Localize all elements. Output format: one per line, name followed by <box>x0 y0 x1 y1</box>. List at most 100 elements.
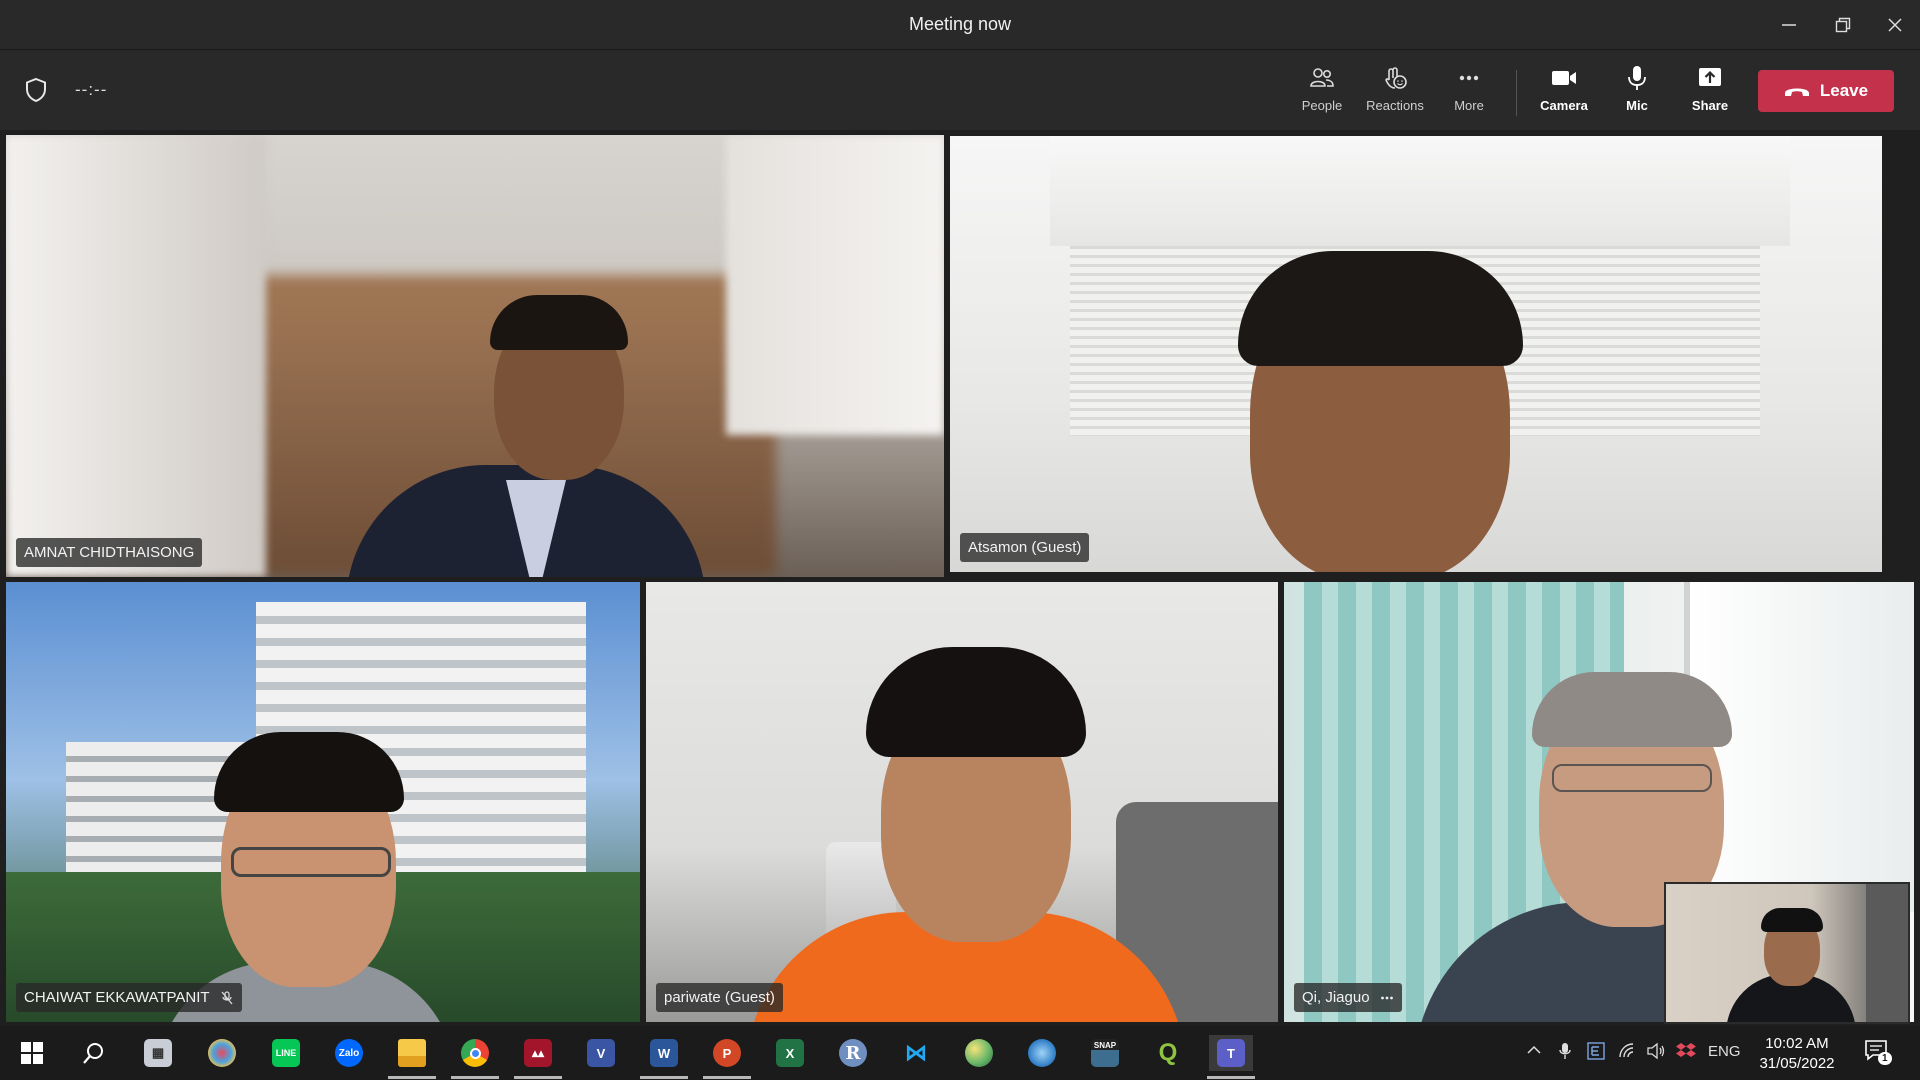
reactions-button[interactable]: Reactions <box>1360 64 1430 124</box>
chevron-up-icon <box>1527 1045 1541 1054</box>
taskbar-app[interactable]: ▦ <box>140 1035 176 1071</box>
running-indicator <box>514 1076 562 1079</box>
taskbar-app[interactable]: LINE <box>268 1035 304 1071</box>
running-indicator <box>451 1076 499 1079</box>
taskbar-app[interactable] <box>1024 1035 1060 1071</box>
mic-label: Mic <box>1626 98 1648 113</box>
chrome-icon <box>461 1039 489 1067</box>
r-icon: R <box>839 1039 867 1067</box>
excel-icon: X <box>776 1039 804 1067</box>
taskbar-app[interactable] <box>204 1035 240 1071</box>
notification-center-button[interactable]: 1 <box>1864 1038 1892 1067</box>
show-hidden-icons-button[interactable] <box>1526 1042 1542 1061</box>
shield-icon[interactable] <box>22 76 50 104</box>
mic-icon <box>1628 66 1646 90</box>
minimize-icon <box>1782 24 1796 26</box>
room-window-right <box>726 135 944 435</box>
windows-logo-icon <box>21 1042 43 1064</box>
line-icon: LINE <box>272 1039 300 1067</box>
file-explorer-icon <box>398 1039 426 1067</box>
participant-name: pariwate (Guest) <box>664 989 775 1006</box>
self-room-door <box>1866 884 1908 1022</box>
language-indicator[interactable]: ENG <box>1708 1043 1741 1060</box>
video-stage: AMNAT CHIDTHAISONG Atsamon (Guest) CHAIW… <box>0 130 1920 1026</box>
tray-app-button[interactable] <box>1676 1042 1696 1063</box>
camera-label: Camera <box>1540 98 1588 113</box>
wifi-icon <box>1619 1043 1634 1058</box>
taskbar-app[interactable]: ⋈ <box>898 1035 934 1071</box>
taskbar-app[interactable]: P <box>703 1035 751 1079</box>
leave-button[interactable]: Leave <box>1758 70 1894 112</box>
tray-app-button[interactable] <box>1587 1042 1605 1063</box>
taskbar-app[interactable]: Q <box>1150 1035 1186 1071</box>
taskbar-app[interactable]: W <box>640 1035 688 1079</box>
participant-tile[interactable]: Atsamon (Guest) <box>950 136 1882 572</box>
zalo-label: Zalo <box>338 1047 360 1059</box>
participant-name: AMNAT CHIDTHAISONG <box>24 544 195 561</box>
people-button[interactable]: People <box>1287 64 1357 124</box>
more-icon[interactable] <box>1380 991 1394 1005</box>
r-label: R <box>845 1042 861 1064</box>
mic-button[interactable]: Mic <box>1602 64 1672 124</box>
zalo-icon: Zalo <box>335 1039 363 1067</box>
more-label: More <box>1454 98 1484 113</box>
windows-taskbar: ▦ LINE Zalo ▴▴ V W P X R ⋈ SNAP Q T ENG … <box>0 1026 1920 1080</box>
share-label: Share <box>1691 98 1729 113</box>
room-ceiling <box>1050 136 1790 246</box>
taskbar-app[interactable] <box>451 1035 499 1079</box>
volume-button[interactable] <box>1646 1042 1666 1063</box>
taskbar-app[interactable]: V <box>583 1035 619 1071</box>
toolbar-divider <box>1516 70 1517 116</box>
search-icon <box>83 1043 103 1064</box>
taskbar-app[interactable]: Zalo <box>331 1035 367 1071</box>
self-view[interactable] <box>1664 882 1910 1024</box>
participant-hair <box>1238 251 1523 366</box>
paint-icon <box>208 1039 236 1067</box>
share-button[interactable]: Share <box>1675 64 1745 124</box>
more-button[interactable]: More <box>1434 64 1504 124</box>
restore-button[interactable] <box>1818 0 1868 50</box>
close-button[interactable] <box>1870 0 1920 50</box>
taskbar-app[interactable] <box>388 1035 436 1079</box>
tray-mic-button[interactable] <box>1557 1042 1573 1063</box>
microphone-icon <box>1559 1043 1571 1059</box>
speaker-icon <box>1647 1042 1665 1060</box>
clock-button[interactable]: 10:02 AM 31/05/2022 <box>1752 1034 1842 1074</box>
share-icon <box>1699 68 1721 86</box>
taskbar-app[interactable]: SNAP <box>1087 1035 1123 1071</box>
camera-icon <box>1552 71 1576 85</box>
hang-up-icon <box>1784 88 1809 96</box>
visio-icon: V <box>587 1039 615 1067</box>
start-button[interactable] <box>14 1035 50 1071</box>
more-icon <box>1459 75 1479 81</box>
participant-tile[interactable]: pariwate (Guest) <box>646 582 1278 1022</box>
reactions-label: Reactions <box>1366 98 1424 113</box>
participant-nametag: CHAIWAT EKKAWATPANIT <box>16 983 242 1012</box>
participant-hair <box>214 732 404 812</box>
notification-badge: 1 <box>1878 1052 1892 1065</box>
leave-label: Leave <box>1819 81 1869 100</box>
taskbar-app[interactable]: R <box>835 1035 871 1071</box>
taskbar-app[interactable]: X <box>772 1035 808 1071</box>
title-bar: Meeting now <box>0 0 1920 50</box>
minimize-button[interactable] <box>1764 0 1814 50</box>
teams-icon: T <box>1217 1039 1245 1067</box>
participant-tile[interactable]: CHAIWAT EKKAWATPANIT <box>6 582 640 1022</box>
participant-nametag: Atsamon (Guest) <box>960 533 1090 562</box>
qgis-icon: Q <box>1158 1039 1178 1066</box>
vscode-icon: ⋈ <box>905 1040 927 1065</box>
taskbar-app-active[interactable]: T <box>1207 1035 1255 1079</box>
participant-name: CHAIWAT EKKAWATPANIT <box>24 989 210 1006</box>
running-indicator <box>703 1076 751 1079</box>
participant-tile[interactable]: AMNAT CHIDTHAISONG <box>6 135 944 577</box>
dropbox-icon <box>1676 1043 1696 1057</box>
search-button[interactable] <box>76 1035 112 1071</box>
camera-button[interactable]: Camera <box>1529 64 1599 124</box>
network-button[interactable] <box>1618 1042 1636 1063</box>
running-indicator <box>640 1076 688 1079</box>
word-icon: W <box>650 1039 678 1067</box>
taskbar-app[interactable]: ▴▴ <box>514 1035 562 1079</box>
participant-hair <box>1532 672 1732 747</box>
mic-off-icon <box>221 990 233 1004</box>
taskbar-app[interactable] <box>961 1035 997 1071</box>
